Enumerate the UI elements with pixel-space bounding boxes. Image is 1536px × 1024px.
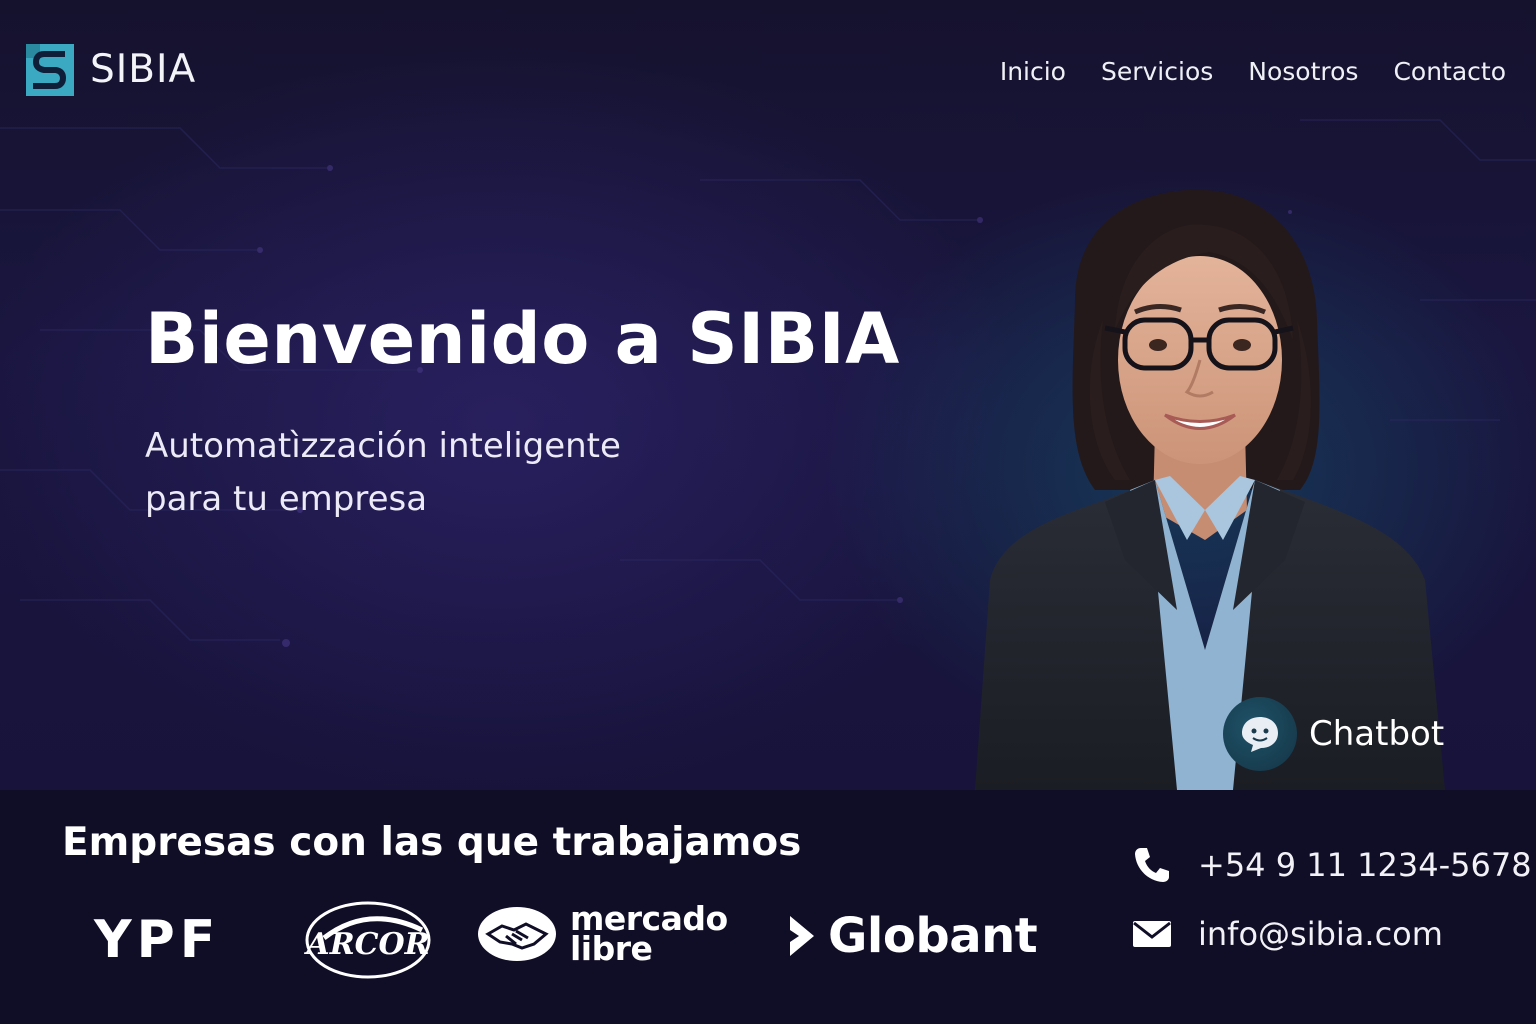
handshake-icon [478, 907, 556, 961]
globant-logo: Globant [786, 908, 1038, 964]
ypf-logo: YPF [94, 910, 220, 970]
ypf-logo-text: YPF [94, 910, 221, 970]
arcor-logo: ARCOR [304, 900, 434, 980]
mercadolibre-logo-line2: libre [570, 929, 653, 968]
mercadolibre-logo: mercado libre [476, 902, 728, 968]
hero-subtitle: Automatìzzación inteligente para tu empr… [145, 420, 705, 526]
chatbot-button[interactable]: Chatbot [1223, 697, 1444, 771]
chatbot-label: Chatbot [1309, 714, 1445, 754]
phone-number: +54 9 11 1234-5678 [1198, 846, 1532, 884]
arcor-logo-text: ARCOR [304, 927, 430, 962]
phone-icon [1132, 845, 1172, 885]
hero-title: Bienvenido a SIBIA [145, 298, 900, 380]
globant-logo-text: Globant [828, 908, 1038, 964]
brand-name: SIBIA [90, 47, 197, 92]
chat-face-icon [1223, 697, 1297, 771]
email-address: info@sibia.com [1198, 915, 1443, 953]
hero-section: SIBIA Inicio Servicios Nosotros Contacto… [0, 0, 1536, 790]
brand[interactable]: SIBIA [26, 44, 196, 96]
chevron-right-icon [790, 916, 814, 956]
hero-subtitle-line1: Automatìzzación inteligente [145, 426, 621, 466]
nav-contacto[interactable]: Contacto [1393, 52, 1506, 92]
main-nav: Inicio Servicios Nosotros Contacto [1000, 52, 1506, 92]
footer-strip: Empresas con las que trabajamos YPF ARCO… [0, 790, 1536, 1024]
nav-nosotros[interactable]: Nosotros [1248, 52, 1358, 92]
nav-inicio[interactable]: Inicio [1000, 52, 1066, 92]
clients-title: Empresas con las que trabajamos [62, 820, 802, 865]
hero-subtitle-line2: para tu empresa [145, 479, 428, 519]
nav-servicios[interactable]: Servicios [1101, 52, 1213, 92]
sibia-logo-icon [26, 44, 74, 96]
contact-phone[interactable]: +54 9 11 1234-5678 [1132, 845, 1532, 885]
envelope-icon [1132, 914, 1172, 954]
contact-email[interactable]: info@sibia.com [1132, 914, 1443, 954]
